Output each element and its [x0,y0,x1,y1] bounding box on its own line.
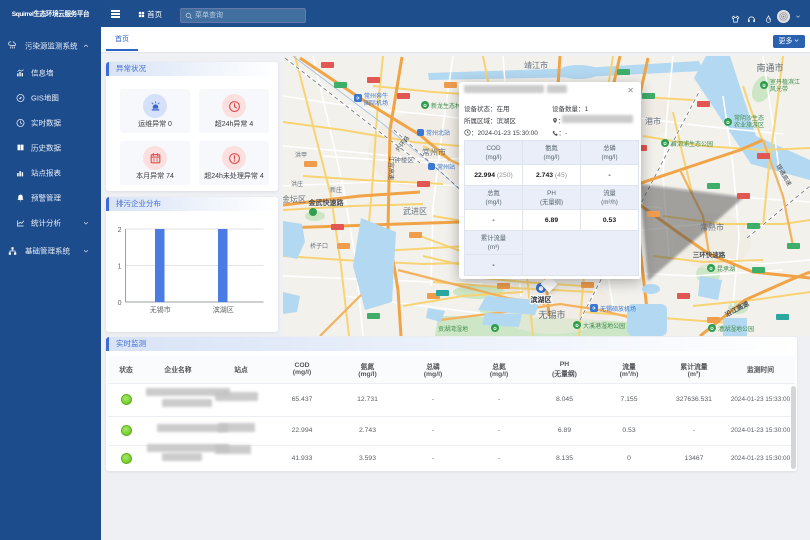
svg-text:漕湖湿地公园: 漕湖湿地公园 [718,325,754,333]
svg-text:金武快速路: 金武快速路 [308,198,345,207]
svg-text:昆承湖: 昆承湖 [717,265,735,273]
svg-text:✿: ✿ [423,103,427,108]
svg-text:✿: ✿ [710,326,714,331]
svg-text:国际机场: 国际机场 [364,99,388,107]
svg-text:✈: ✈ [356,95,361,102]
svg-text:金坛区: 金坛区 [283,194,306,204]
svg-text:滨湖区: 滨湖区 [213,305,234,314]
svg-text:✈: ✈ [592,305,597,312]
svg-text:洪庄: 洪庄 [291,180,303,188]
svg-text:黄泗浦生态公园: 黄泗浦生态公园 [671,140,713,148]
svg-text:贡湖湾湿地: 贡湖湾湿地 [438,325,468,333]
svg-text:无锡市: 无锡市 [150,305,171,314]
svg-text:大溪港湿地公园: 大溪港湿地公园 [583,322,625,330]
svg-text:三环快速路: 三环快速路 [693,250,726,259]
svg-text:无锡硕放机场: 无锡硕放机场 [600,305,636,313]
svg-text:0: 0 [118,300,122,307]
svg-text:滨湖区: 滨湖区 [531,295,552,304]
svg-text:钟楼区: 钟楼区 [394,155,414,164]
svg-text:常州奔牛: 常州奔牛 [364,92,388,100]
svg-text:风光带: 风光带 [770,85,788,93]
svg-text:✿: ✿ [493,326,497,331]
svg-text:2: 2 [118,227,122,234]
svg-text:常州站: 常州站 [437,163,455,171]
svg-text:武进区: 武进区 [403,206,427,216]
svg-text:✿: ✿ [663,141,667,146]
svg-text:1: 1 [118,264,122,271]
svg-text:常州市: 常州市 [422,147,446,157]
svg-text:江宜高速: 江宜高速 [387,156,395,180]
svg-text:常州北站: 常州北站 [426,129,450,137]
svg-text:室丹植滨江: 室丹植滨江 [770,78,800,86]
svg-text:新庄: 新庄 [330,186,342,194]
svg-text:农业旅游区: 农业旅游区 [734,121,764,129]
svg-text:桥子口: 桥子口 [310,242,328,250]
svg-text:✿: ✿ [726,120,730,125]
svg-text:✿: ✿ [575,323,579,328]
svg-text:南通市: 南通市 [756,62,783,73]
svg-text:✿: ✿ [762,83,766,88]
svg-text:无锡市: 无锡市 [538,309,565,320]
svg-text:靖江市: 靖江市 [524,60,548,70]
svg-text:常熟市: 常熟市 [700,222,724,232]
svg-text:✿: ✿ [709,266,713,271]
svg-text:常阴沙生态: 常阴沙生态 [734,114,764,122]
svg-text:港市: 港市 [645,116,661,126]
svg-text:新龙生态林: 新龙生态林 [431,102,461,110]
svg-text:洪甲: 洪甲 [295,151,307,159]
